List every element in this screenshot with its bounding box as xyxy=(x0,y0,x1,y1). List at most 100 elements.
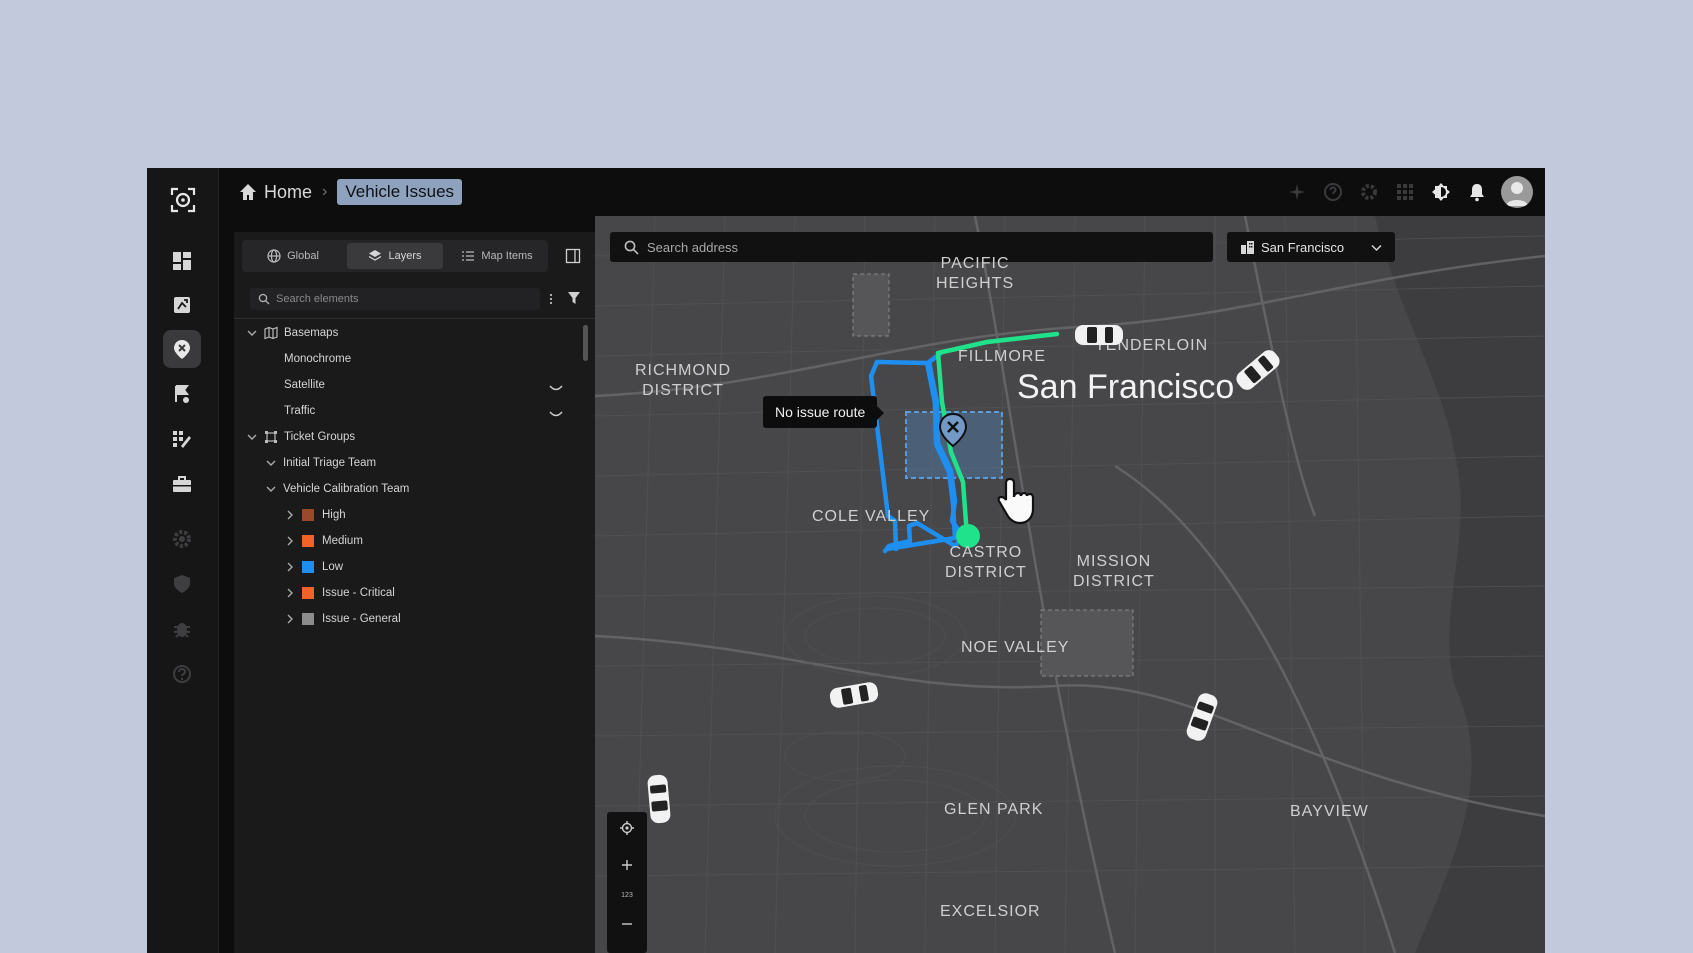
breadcrumb-current: Vehicle Issues xyxy=(337,179,463,205)
user-avatar[interactable] xyxy=(1501,176,1533,208)
chevron-right-icon[interactable] xyxy=(284,587,296,599)
city-label: San Francisco xyxy=(1017,368,1235,406)
city-select[interactable]: San Francisco xyxy=(1227,232,1395,262)
address-search-input[interactable]: Search address xyxy=(610,232,1213,262)
chevron-right-icon[interactable] xyxy=(284,535,296,547)
scrollbar[interactable] xyxy=(583,325,588,361)
tree-item-medium[interactable]: Medium xyxy=(284,527,363,555)
search-elements-input[interactable]: Search elements xyxy=(250,288,540,310)
more-vertical-icon[interactable] xyxy=(544,292,558,306)
tree-traffic[interactable]: Traffic xyxy=(284,397,315,425)
search-icon xyxy=(624,240,639,255)
tree-initial-triage-label: Initial Triage Team xyxy=(283,457,377,469)
apps-icon[interactable] xyxy=(1393,180,1417,204)
sparkle-icon[interactable] xyxy=(1285,180,1309,204)
zoom-out-button[interactable] xyxy=(607,908,647,940)
neighborhood-label: EXCELSIOR xyxy=(940,903,1041,920)
address-search-placeholder: Search address xyxy=(647,239,739,255)
neighborhood-label: NOE VALLEY xyxy=(961,639,1070,656)
panel-tabs: Global Layers Map Items xyxy=(242,240,548,272)
plus-icon xyxy=(622,860,632,870)
route-tooltip: No issue route xyxy=(763,396,885,428)
tree-monochrome-label: Monochrome xyxy=(284,353,352,365)
help-icon[interactable] xyxy=(1321,180,1345,204)
dashboard-icon[interactable] xyxy=(163,242,201,280)
filter-icon[interactable] xyxy=(567,290,581,306)
color-swatch xyxy=(302,535,314,547)
map-view[interactable]: Search address San Francisco PACIFIC HEI… xyxy=(595,216,1545,953)
help-icon[interactable] xyxy=(163,655,201,693)
neighborhood-label: RICHMOND DISTRICT xyxy=(635,362,731,399)
tab-global[interactable]: Global xyxy=(245,243,341,269)
tab-layers[interactable]: Layers xyxy=(347,243,443,269)
chevron-down-icon[interactable] xyxy=(265,483,277,495)
tree-item-issue-critical[interactable]: Issue - Critical xyxy=(284,579,395,607)
tab-map-items-label: Map Items xyxy=(481,250,533,262)
neighborhood-label: COLE VALLEY xyxy=(812,508,931,525)
chevron-right-icon[interactable] xyxy=(284,561,296,573)
briefcase-icon[interactable] xyxy=(163,465,201,503)
app-window: Home › Vehicle Issues Global Layers Map … xyxy=(147,168,1545,953)
tree-item-label: Issue - Critical xyxy=(322,587,395,599)
tree-vehicle-calibration-label: Vehicle Calibration Team xyxy=(283,483,410,495)
tree-basemaps[interactable]: Basemaps xyxy=(246,319,338,347)
map-pin-tool-icon[interactable] xyxy=(163,330,201,368)
building-icon xyxy=(1241,240,1254,254)
fleet-flag-icon[interactable] xyxy=(163,375,201,413)
security-icon[interactable] xyxy=(163,565,201,603)
list-icon xyxy=(462,251,475,261)
zoom-in-button[interactable] xyxy=(607,849,647,881)
tree-item-issue-general[interactable]: Issue - General xyxy=(284,605,401,633)
tab-map-items[interactable]: Map Items xyxy=(449,243,545,269)
neighborhood-label: PACIFIC HEIGHTS xyxy=(936,255,1015,292)
vehicle-icon[interactable] xyxy=(1073,322,1125,348)
vehicle-icon[interactable] xyxy=(644,772,674,826)
search-icon xyxy=(258,293,270,305)
search-elements-placeholder: Search elements xyxy=(276,293,359,305)
chevron-down-icon[interactable] xyxy=(265,457,277,469)
panel-toggle-icon[interactable] xyxy=(565,248,581,264)
settings-icon[interactable] xyxy=(163,520,201,558)
settings-icon[interactable] xyxy=(1357,180,1381,204)
chevron-down-icon xyxy=(1371,244,1382,251)
nav-rail xyxy=(147,168,219,953)
chevron-down-icon[interactable] xyxy=(246,431,258,443)
map-controls: 123 xyxy=(607,812,647,953)
chevron-right-icon: › xyxy=(322,183,328,200)
tree-item-low[interactable]: Low xyxy=(284,553,343,581)
tree-initial-triage[interactable]: Initial Triage Team xyxy=(265,449,376,477)
tree-item-label: Low xyxy=(322,561,344,573)
grid-edit-icon[interactable] xyxy=(163,420,201,458)
neighborhood-label: MISSION DISTRICT xyxy=(1073,553,1155,590)
tree-ticket-groups[interactable]: Ticket Groups xyxy=(246,423,355,451)
route-issue-icon[interactable] xyxy=(163,286,201,324)
tree-item-high[interactable]: High xyxy=(284,501,346,529)
top-icons xyxy=(1285,176,1533,208)
tree-vehicle-calibration[interactable]: Vehicle Calibration Team xyxy=(265,475,409,503)
chevron-right-icon[interactable] xyxy=(284,509,296,521)
bell-icon[interactable] xyxy=(1465,180,1489,204)
tree-basemaps-label: Basemaps xyxy=(284,327,339,339)
chevron-right-icon[interactable] xyxy=(284,613,296,625)
tree-monochrome[interactable]: Monochrome xyxy=(284,345,351,373)
color-swatch xyxy=(302,509,314,521)
bug-icon[interactable] xyxy=(163,610,201,648)
layers-panel: Global Layers Map Items Search elements xyxy=(234,232,595,953)
tree-satellite[interactable]: Satellite xyxy=(284,371,325,399)
tab-layers-label: Layers xyxy=(388,250,422,262)
neighborhood-label: GLEN PARK xyxy=(944,801,1044,818)
zoom-level: 123 xyxy=(621,891,633,899)
locate-button[interactable] xyxy=(607,812,647,844)
breadcrumb-home[interactable]: Home xyxy=(238,182,312,203)
color-swatch xyxy=(302,561,314,573)
tree-item-label: Issue - General xyxy=(322,613,401,625)
layers-icon xyxy=(369,250,382,261)
loading-spinner-icon xyxy=(549,385,563,391)
minus-icon xyxy=(622,923,632,925)
globe-icon xyxy=(267,249,281,263)
chevron-down-icon[interactable] xyxy=(246,327,258,339)
top-bar: Home › Vehicle Issues xyxy=(218,168,1545,216)
app-logo[interactable] xyxy=(168,185,198,215)
theme-icon[interactable] xyxy=(1429,180,1453,204)
neighborhood-label: CASTRO DISTRICT xyxy=(945,544,1027,581)
